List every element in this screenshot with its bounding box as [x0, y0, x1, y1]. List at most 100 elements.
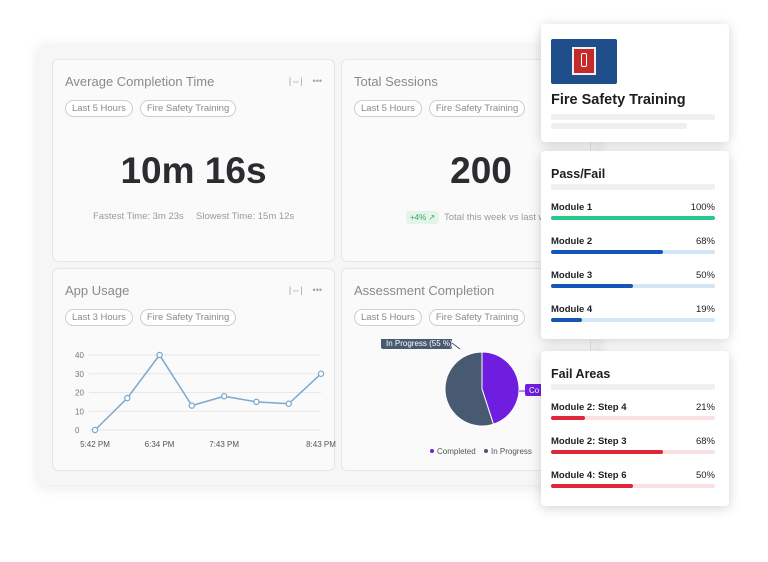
- more-icon[interactable]: •••: [313, 76, 322, 86]
- avg-completion-value: 10m 16s: [120, 150, 267, 191]
- pie-callout-in-progress: In Progress (55 %): [381, 339, 461, 350]
- data-point[interactable]: [124, 394, 131, 402]
- progress-track: [551, 216, 715, 220]
- progress-label: Module 4: [551, 304, 593, 315]
- progress-row: Module 2: Step 3 68%: [551, 436, 715, 454]
- filter-chips: Last 5 Hours Fire Safety Training: [354, 100, 526, 117]
- data-point[interactable]: [188, 402, 196, 409]
- svg-text:Completed: Completed: [437, 447, 476, 456]
- progress-row: Module 3 50%: [551, 270, 715, 288]
- placeholder-line: [551, 384, 715, 390]
- progress-value: 50%: [695, 270, 715, 281]
- progress-row: Module 2: Step 4 21%: [551, 402, 715, 420]
- x-tick-label: 6:34 PM: [145, 440, 175, 449]
- card-title: Total Sessions: [354, 74, 438, 89]
- progress-value: 68%: [695, 436, 715, 447]
- progress-label: Module 2: Step 4: [551, 402, 627, 413]
- filter-chips: Last 5 Hours Fire Safety Training: [354, 309, 526, 326]
- placeholder-line: [551, 114, 715, 120]
- data-point[interactable]: [220, 393, 228, 400]
- time-filter-chip[interactable]: Last 5 Hours: [354, 309, 422, 326]
- legend-item[interactable]: Completed: [430, 447, 476, 456]
- fire-extinguisher-icon: [572, 47, 596, 75]
- card-title: App Usage: [65, 283, 130, 298]
- more-icon[interactable]: •••: [313, 285, 322, 295]
- delta-value: +4%: [410, 213, 427, 222]
- dashboard: Average Completion Time |⇔| ••• Last 5 H…: [38, 45, 598, 485]
- y-tick-label: 10: [75, 407, 84, 416]
- time-filter-chip[interactable]: Last 5 Hours: [65, 100, 133, 117]
- card-title: Average Completion Time: [65, 74, 215, 89]
- progress-fill: [551, 416, 586, 420]
- card-title: Assessment Completion: [354, 283, 495, 298]
- progress-track: [551, 416, 715, 420]
- comparison-text: Total this week vs last w: [444, 212, 546, 223]
- progress-track: [551, 284, 715, 288]
- legend-item[interactable]: In Progress: [484, 447, 532, 456]
- placeholder-line: [551, 123, 687, 129]
- data-point[interactable]: [156, 351, 163, 359]
- progress-row: Module 2 68%: [551, 236, 715, 254]
- filter-chips: Last 5 Hours Fire Safety Training: [65, 100, 237, 117]
- card-actions: |⇔| •••: [289, 285, 322, 295]
- y-tick-label: 40: [75, 351, 84, 360]
- delta-badge: +4% ↗: [406, 211, 440, 224]
- progress-value: 100%: [690, 202, 715, 213]
- course-filter-chip[interactable]: Fire Safety Training: [428, 309, 526, 326]
- time-filter-chip[interactable]: Last 3 Hours: [65, 309, 133, 326]
- progress-value: 50%: [695, 470, 715, 481]
- placeholder-line: [551, 184, 715, 190]
- avg-completion-card: Average Completion Time |⇔| ••• Last 5 H…: [52, 59, 335, 262]
- progress-track: [551, 484, 715, 488]
- progress-fill: [551, 318, 583, 322]
- progress-fill: [551, 450, 663, 454]
- progress-value: 68%: [695, 236, 715, 247]
- filter-chips: Last 3 Hours Fire Safety Training: [65, 309, 237, 326]
- progress-track: [551, 318, 715, 322]
- progress-value: 19%: [695, 304, 715, 315]
- progress-row: Module 1 100%: [551, 202, 715, 220]
- expand-icon[interactable]: |⇔|: [289, 76, 303, 86]
- course-filter-chip[interactable]: Fire Safety Training: [428, 100, 526, 117]
- svg-text:In Progress: In Progress: [491, 447, 532, 456]
- y-tick-label: 30: [75, 370, 84, 379]
- expand-icon[interactable]: |⇔|: [289, 285, 303, 295]
- y-tick-label: 0: [75, 426, 80, 435]
- x-tick-label: 5:42 PM: [80, 440, 110, 449]
- progress-label: Module 3: [551, 270, 593, 281]
- data-point[interactable]: [285, 400, 292, 408]
- progress-label: Module 2: [551, 236, 593, 247]
- course-filter-chip[interactable]: Fire Safety Training: [139, 309, 237, 326]
- progress-label: Module 2: Step 3: [551, 436, 627, 447]
- progress-track: [551, 250, 715, 254]
- progress-fill: [551, 484, 633, 488]
- app-usage-card: App Usage |⇔| ••• Last 3 Hours Fire Safe…: [52, 268, 336, 471]
- fail-areas-panel: Fail Areas Module 2: Step 4 21% Module 2…: [541, 351, 729, 506]
- time-filter-chip[interactable]: Last 5 Hours: [354, 100, 422, 117]
- training-title: Fire Safety Training: [551, 92, 686, 108]
- fail-areas-title: Fail Areas: [551, 367, 611, 381]
- svg-text:In Progress (55 %): In Progress (55 %): [386, 339, 453, 348]
- card-actions: |⇔| •••: [289, 76, 322, 86]
- fastest-time: Fastest Time: 3m 23s: [93, 211, 184, 222]
- progress-fill: [551, 250, 663, 254]
- course-filter-chip[interactable]: Fire Safety Training: [139, 100, 237, 117]
- slowest-time: Slowest Time: 15m 12s: [196, 211, 295, 222]
- x-tick-label: 8:43 PM: [306, 440, 336, 449]
- pass-fail-panel: Pass/Fail Module 1 100% Module 2 68% Mod…: [541, 151, 729, 339]
- fire-extinguisher-thumbnail: [551, 39, 617, 84]
- app-usage-line-chart: 0 10 20 30 40 5:42 PM 6:34 PM 7:43 PM 8:43 PM: [75, 351, 336, 449]
- progress-fill: [551, 216, 715, 220]
- progress-track: [551, 450, 715, 454]
- progress-label: Module 4: Step 6: [551, 470, 627, 481]
- data-point[interactable]: [317, 370, 325, 377]
- data-point[interactable]: [253, 398, 260, 406]
- progress-fill: [551, 284, 633, 288]
- svg-text:Co: Co: [529, 386, 540, 395]
- training-panel: Fire Safety Training: [541, 24, 729, 142]
- progress-row: Module 4 19%: [551, 304, 715, 322]
- progress-value: 21%: [695, 402, 715, 413]
- pass-fail-title: Pass/Fail: [551, 167, 606, 181]
- y-tick-label: 20: [75, 389, 84, 398]
- data-point[interactable]: [91, 426, 99, 434]
